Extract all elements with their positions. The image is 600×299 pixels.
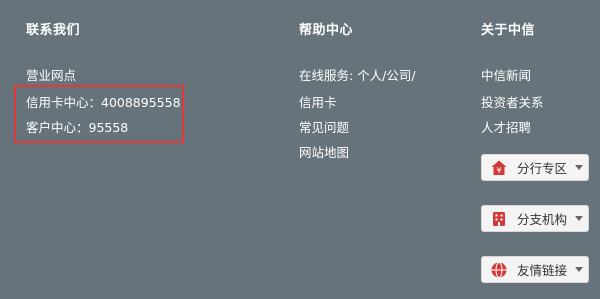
chevron-down-icon [575,267,584,272]
branches-label: 分支机构 [517,212,568,227]
globe-icon [490,261,508,279]
building-icon [490,210,508,228]
investor-link[interactable]: 投资者关系 [481,92,544,111]
branches-dropdown[interactable]: 分支机构 [481,205,589,232]
outlets-link[interactable]: 营业网点 [26,65,76,84]
news-link[interactable]: 中信新闻 [481,65,531,84]
online-service-link-cont[interactable]: 信用卡 [299,92,337,111]
svg-text:¥: ¥ [496,166,501,175]
contact-title: 联系我们 [26,23,81,38]
highlight-box [14,85,184,143]
yuan-house-icon: ¥ [490,159,508,177]
chevron-down-icon [575,216,584,221]
branch-zone-label: 分行专区 [517,161,568,176]
help-title: 帮助中心 [299,23,354,38]
friendly-links-label: 友情链接 [517,263,568,278]
careers-link[interactable]: 人才招聘 [481,117,531,136]
online-service-link[interactable]: 在线服务: 个人/公司/ [299,65,416,84]
faq-link[interactable]: 常见问题 [299,117,349,136]
chevron-down-icon [575,165,584,170]
about-title: 关于中信 [481,23,536,38]
friendly-links-dropdown[interactable]: 友情链接 [481,256,589,283]
sitemap-link[interactable]: 网站地图 [299,142,349,161]
branch-zone-dropdown[interactable]: ¥ 分行专区 [481,154,589,181]
